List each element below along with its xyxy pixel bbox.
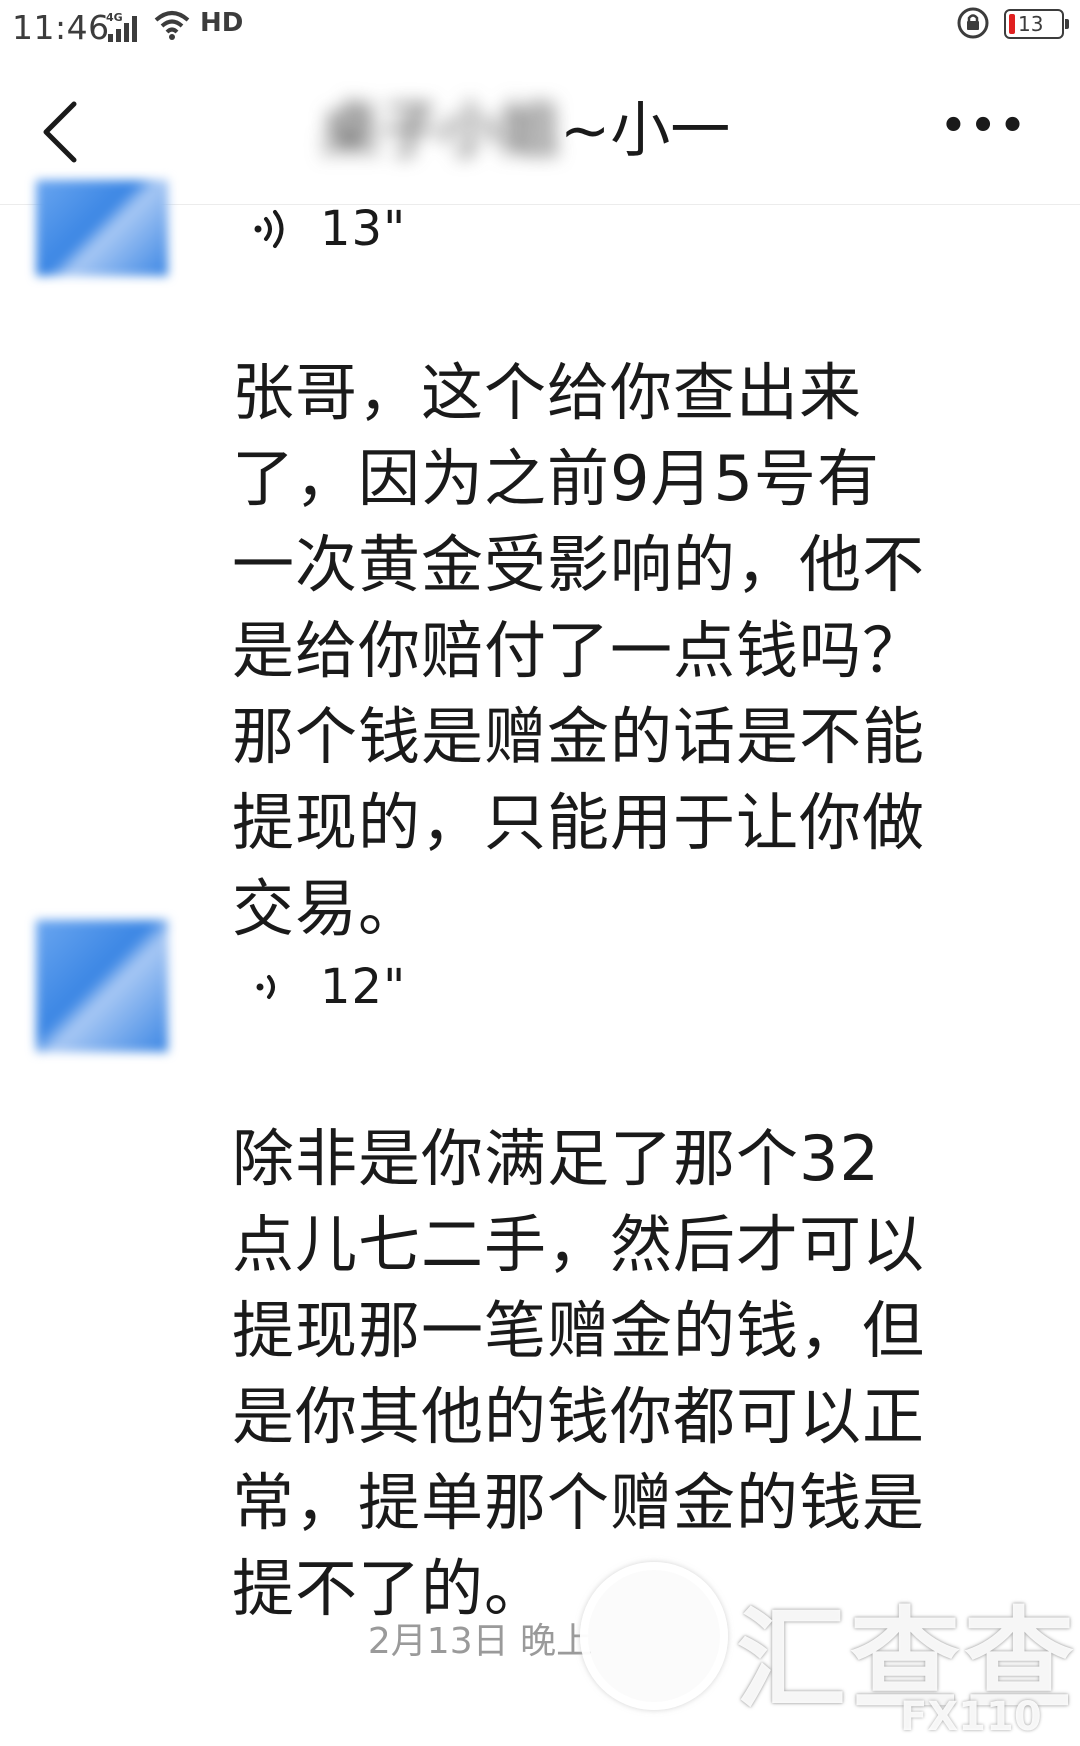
battery-percentage: 13 (1018, 12, 1044, 36)
battery-icon: 13 (1004, 9, 1069, 39)
chat-screen: 11:46 4G HD 13 桌子小姐~小一 ••• 13" 张哥，这个给你查出… (0, 0, 1080, 1746)
more-options-button[interactable]: ••• (940, 96, 1030, 156)
status-time: 11:46 (12, 8, 110, 47)
hd-indicator: HD (200, 8, 244, 38)
voice-duration: 12" (320, 959, 407, 1015)
chat-title-suffix: ~小一 (560, 96, 731, 166)
voice-transcript-text: 除非是你满足了那个32点儿七二手，然后才可以提现那一笔赠金的钱，但是你其他的钱你… (232, 1122, 926, 1625)
voice-transcript-text: 张哥，这个给你查出来了，因为之前9月5号有一次黄金受影响的，他不是给你赔付了一点… (232, 356, 926, 945)
voice-message-bubble[interactable]: 13" (250, 194, 406, 264)
back-button[interactable] (30, 92, 90, 172)
wifi-icon (154, 11, 190, 40)
battery-level-fill (1009, 14, 1015, 34)
voice-duration: 13" (320, 201, 407, 257)
watermark-logo-icon (580, 1562, 728, 1710)
cellular-signal-icon: 4G (106, 11, 137, 42)
chat-title-blurred-name: 桌子小姐 (320, 96, 560, 166)
chat-title: 桌子小姐~小一 (320, 86, 800, 176)
watermark-site: FX110网 (900, 1694, 1042, 1740)
avatar[interactable] (36, 920, 168, 1052)
status-bar: 11:46 4G HD 13 (0, 0, 1080, 56)
voice-wave-icon (254, 210, 284, 248)
voice-wave-icon (256, 975, 275, 999)
voice-message-bubble[interactable]: 12" (250, 952, 406, 1022)
rotation-lock-icon (957, 7, 989, 39)
network-type-label: 4G (106, 11, 123, 24)
avatar[interactable] (36, 180, 168, 276)
